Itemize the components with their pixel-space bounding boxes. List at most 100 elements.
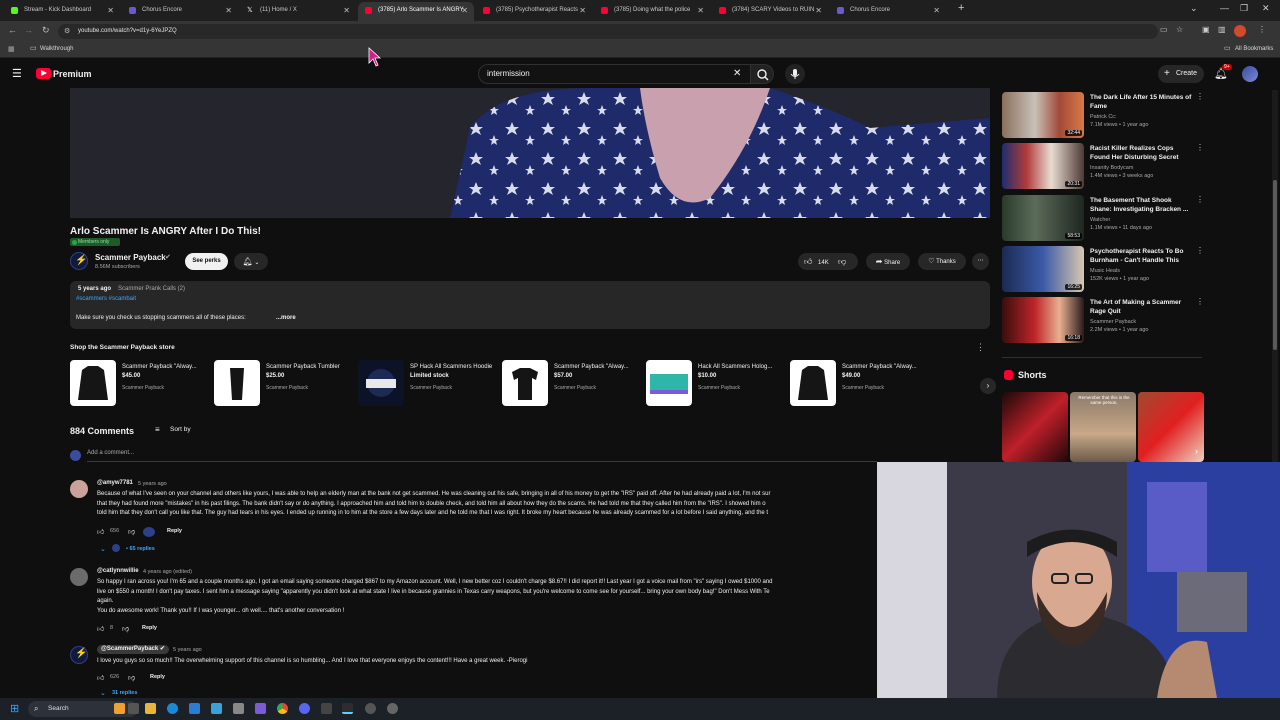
app-icon[interactable]: [211, 703, 222, 714]
back-icon[interactable]: ←: [8, 25, 17, 35]
creator-comment-avatar[interactable]: ⚡: [70, 646, 88, 664]
shorts-next-arrow-icon[interactable]: ›: [1195, 446, 1198, 456]
reply-button[interactable]: Reply: [150, 674, 165, 680]
channel-name[interactable]: Scammer Payback: [95, 253, 166, 262]
store-next-arrow-icon[interactable]: ›: [980, 378, 996, 394]
recommended-video[interactable]: 58:53 The Basement That Shook Shane: Inv…: [1002, 195, 1204, 241]
obs-active-icon[interactable]: [342, 703, 353, 714]
creator-author-chip[interactable]: @ScammerPayback ✔: [97, 645, 169, 654]
browser-tab[interactable]: Chorus Encore ✕: [830, 2, 946, 21]
taskbar-widget-icon[interactable]: [114, 703, 125, 714]
search-button[interactable]: [750, 64, 774, 84]
like-count[interactable]: 14K: [818, 260, 829, 266]
video-player[interactable]: [70, 88, 990, 218]
clear-search-icon[interactable]: ✕: [733, 65, 741, 83]
app-icon[interactable]: [233, 703, 244, 714]
close-tab-icon[interactable]: ✕: [579, 2, 586, 19]
commenter-avatar[interactable]: [70, 568, 88, 586]
close-tab-icon[interactable]: ✕: [933, 2, 940, 19]
browser-tab[interactable]: (3785) Psychotherapist Reacts ✕: [476, 2, 592, 21]
app-icon[interactable]: [387, 703, 398, 714]
share-button[interactable]: ➦ Share: [866, 253, 910, 270]
menu-dots-icon[interactable]: ⋮: [1258, 25, 1266, 34]
video-menu-dots-icon[interactable]: ⋮: [1196, 195, 1204, 204]
comment-dislike-icon[interactable]: 👎︎: [128, 527, 135, 536]
store-app-icon[interactable]: [189, 703, 200, 714]
task-view-icon[interactable]: [128, 703, 139, 714]
reload-icon[interactable]: ↻: [42, 25, 50, 36]
recommended-video[interactable]: 16:18 The Art of Making a Scammer Rage Q…: [1002, 297, 1204, 343]
maximize-icon[interactable]: ❐: [1240, 3, 1248, 14]
cast-icon[interactable]: ▭: [1160, 25, 1168, 34]
file-explorer-icon[interactable]: [145, 703, 156, 714]
more-actions-button[interactable]: ⋯: [972, 253, 989, 270]
see-perks-button[interactable]: See perks: [185, 253, 228, 270]
search-input[interactable]: intermission ✕: [478, 64, 750, 84]
app-icon[interactable]: [365, 703, 376, 714]
hashtag-links[interactable]: #scammers #scambait: [76, 296, 136, 302]
video-menu-dots-icon[interactable]: ⋮: [1196, 92, 1204, 101]
browser-tab[interactable]: Chorus Encore ✕: [122, 2, 238, 21]
create-button[interactable]: + Create: [1158, 65, 1204, 83]
sidebar-icon[interactable]: ▥: [1218, 25, 1226, 34]
browser-tab[interactable]: 𝕏 (11) Home / X ✕: [240, 2, 356, 21]
video-menu-dots-icon[interactable]: ⋮: [1196, 143, 1204, 152]
recommended-video[interactable]: 32:44 The Dark Life After 15 Minutes of …: [1002, 92, 1204, 138]
youtube-logo-icon[interactable]: [36, 68, 51, 79]
tab-search-icon[interactable]: ⌄: [1190, 3, 1198, 14]
browser-tab[interactable]: (3785) Doing what the police ✕: [594, 2, 710, 21]
edge-browser-icon[interactable]: [167, 703, 178, 714]
windows-start-icon[interactable]: ⊞: [10, 702, 19, 715]
comment-time[interactable]: 4 years ago (edited): [143, 569, 192, 575]
apps-grid-icon[interactable]: ▦: [8, 45, 15, 53]
youtube-premium-label[interactable]: Premium: [53, 69, 92, 79]
account-avatar[interactable]: [1242, 66, 1258, 82]
reply-button[interactable]: Reply: [167, 528, 182, 534]
close-window-icon[interactable]: ✕: [1262, 3, 1270, 14]
browser-tab[interactable]: Stream - Kick Dashboard ✕: [4, 2, 120, 21]
thumbs-up-icon[interactable]: 👍︎: [804, 257, 812, 266]
site-info-icon[interactable]: ⚙: [64, 24, 70, 39]
comment-like-icon[interactable]: 👍︎: [97, 624, 104, 633]
comment-dislike-icon[interactable]: 👎︎: [122, 624, 129, 633]
extensions-icon[interactable]: ▣: [1202, 25, 1210, 34]
app-icon[interactable]: [255, 703, 266, 714]
thumbs-down-icon[interactable]: 👎︎: [838, 253, 846, 270]
bookmark-star-icon[interactable]: ☆: [1176, 25, 1183, 34]
scrollbar-thumb[interactable]: [1273, 180, 1277, 350]
forward-icon[interactable]: →: [24, 25, 33, 35]
comment-dislike-icon[interactable]: 👎︎: [128, 673, 135, 682]
recommended-video[interactable]: 16:25 Psychotherapist Reacts To Bo Burnh…: [1002, 246, 1204, 292]
notification-settings-button[interactable]: 🔔︎ ⌄: [234, 253, 268, 270]
close-tab-icon[interactable]: ✕: [815, 2, 822, 19]
bookmark-folder-walkthrough[interactable]: Walkthrough: [40, 46, 73, 52]
expand-replies-chevron-icon[interactable]: ⌄: [100, 545, 106, 553]
url-input[interactable]: ⚙ youtube.com/watch?v=d1y-6YeJPZQ: [58, 24, 1158, 39]
comment-like-icon[interactable]: 👍︎: [97, 673, 104, 682]
reply-button[interactable]: Reply: [142, 625, 157, 631]
store-item[interactable]: Scammer Payback "Alway... $45.00 Scammer…: [70, 360, 205, 408]
channel-avatar[interactable]: ⚡: [70, 252, 88, 270]
store-item[interactable]: SP Hack All Scammers Hoodie Limited stoc…: [358, 360, 493, 408]
comment-author[interactable]: @catlynnwillie: [97, 568, 139, 574]
sort-icon[interactable]: ≡: [155, 425, 160, 434]
chrome-browser-icon[interactable]: [277, 703, 288, 714]
discord-icon[interactable]: [299, 703, 310, 714]
video-menu-dots-icon[interactable]: ⋮: [1196, 246, 1204, 255]
expand-replies-chevron-icon[interactable]: ⌄: [100, 689, 106, 697]
video-menu-dots-icon[interactable]: ⋮: [1196, 297, 1204, 306]
new-tab-icon[interactable]: +: [958, 2, 964, 14]
browser-tab[interactable]: (3784) SCARY Videos to RUIN ✕: [712, 2, 828, 21]
comment-time[interactable]: 5 years ago: [173, 647, 202, 653]
sort-by-button[interactable]: Sort by: [170, 426, 191, 433]
view-replies-link[interactable]: 31 replies: [112, 690, 137, 696]
store-item[interactable]: Scammer Payback "Alway... $49.00 Scammer…: [790, 360, 925, 408]
short-thumbnail[interactable]: [1002, 392, 1068, 462]
add-comment-input[interactable]: Add a comment...: [87, 450, 877, 462]
close-tab-icon[interactable]: ✕: [225, 2, 232, 19]
store-item[interactable]: Scammer Payback "Alway... $57.00 Scammer…: [502, 360, 637, 408]
comment-time[interactable]: 5 years ago: [138, 481, 167, 487]
browser-tab-active[interactable]: (3785) Arlo Scammer Is ANGRY ✕: [358, 2, 474, 21]
profile-avatar[interactable]: [1234, 25, 1246, 37]
thanks-button[interactable]: ♡ Thanks: [918, 253, 966, 270]
